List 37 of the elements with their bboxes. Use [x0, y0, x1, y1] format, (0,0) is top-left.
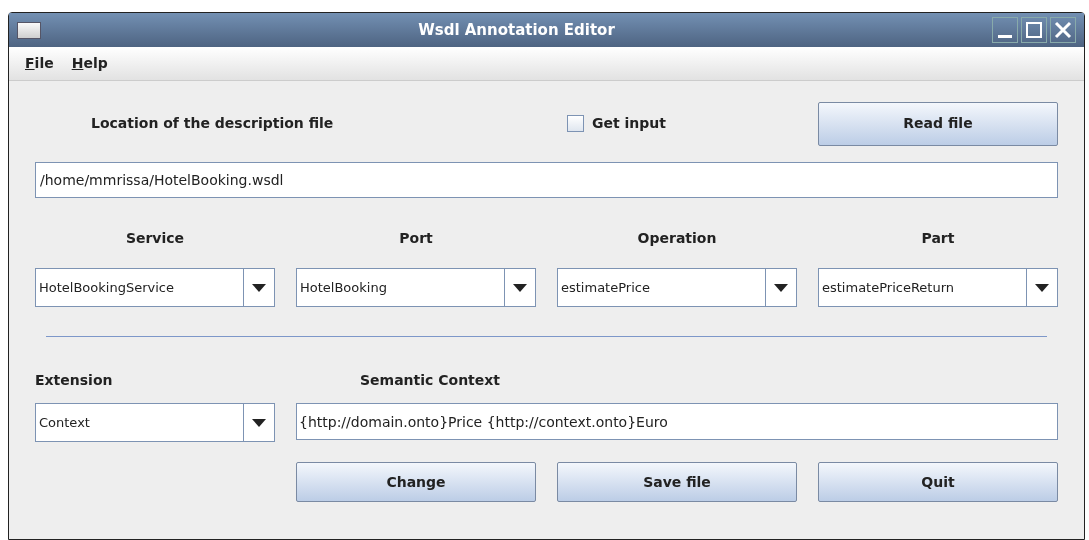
caret-down-icon [513, 283, 527, 292]
caret-down-icon [252, 283, 266, 292]
window-title: Wsdl Annotation Editor [417, 19, 616, 41]
dropdown[interactable]: HotelBooking [296, 268, 536, 307]
dropdown-value: HotelBooking [297, 269, 505, 306]
caret-down-icon [774, 283, 788, 292]
selector-label: Service [124, 229, 186, 248]
extension-label: Extension [35, 371, 114, 390]
semantic-context-label: Semantic Context [359, 371, 501, 390]
dropdown[interactable]: estimatePrice [557, 268, 797, 307]
menu-item[interactable]: Help [71, 53, 108, 74]
selector-label: Part [920, 229, 956, 248]
close-icon [1054, 21, 1072, 39]
selector-label: Port [398, 229, 434, 248]
window-menu-icon[interactable] [17, 21, 41, 39]
dropdown[interactable]: HotelBookingService [35, 268, 275, 307]
dropdown-value: Context [36, 404, 244, 441]
read-file-button[interactable]: Read file [818, 101, 1058, 146]
minimize-button[interactable] [992, 17, 1018, 43]
menu-item[interactable]: File [25, 53, 54, 74]
semantic-context-field[interactable]: {http://domain.onto}Price {http://context.onto}Euro [296, 403, 1058, 440]
maximize-button[interactable] [1021, 17, 1047, 43]
dropdown[interactable]: estimatePriceReturn [818, 268, 1058, 307]
caret-down-icon [252, 418, 266, 427]
action-button[interactable]: Change [296, 462, 536, 502]
dropdown-value: HotelBookingService [36, 269, 244, 306]
action-button[interactable]: Quit [818, 462, 1058, 502]
action-button[interactable]: Save file [557, 462, 797, 502]
close-button[interactable] [1050, 17, 1076, 43]
dropdown-value: estimatePrice [558, 269, 766, 306]
caret-down-icon [1035, 283, 1049, 292]
get-input-checkbox[interactable]: Get input [557, 113, 797, 134]
path-field[interactable]: /home/mmrissa/HotelBooking.wsdl [35, 162, 1058, 198]
selector-label: Operation [636, 229, 718, 248]
dropdown-value: estimatePriceReturn [819, 269, 1027, 306]
dropdown[interactable]: Context [35, 403, 275, 442]
location-label: Location of the description file [90, 114, 335, 133]
